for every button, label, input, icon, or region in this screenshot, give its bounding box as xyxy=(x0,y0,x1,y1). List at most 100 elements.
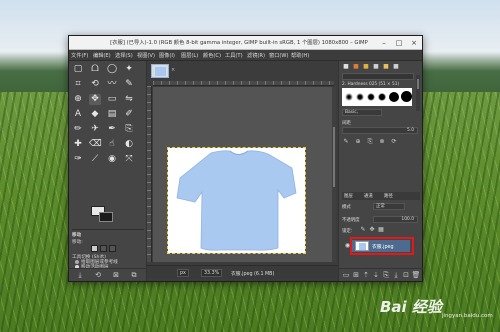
tool-options-tab[interactable]: ■ xyxy=(342,63,350,71)
measure-tool-icon[interactable]: ⟋ xyxy=(89,154,101,165)
layer-mask-icon[interactable]: ⊡ xyxy=(401,271,411,280)
brush-duplicate-icon[interactable]: ⎘ xyxy=(366,138,374,146)
new-layer-icon[interactable]: ▭ xyxy=(341,271,351,280)
lasso-tool-icon[interactable]: ᗝ xyxy=(89,64,101,75)
menu-colors[interactable]: 颜色(C) xyxy=(203,52,221,59)
images-tab[interactable]: ■ xyxy=(372,63,380,71)
crop-tool-icon[interactable]: ⌗ xyxy=(72,79,84,90)
new-layer-group-icon[interactable]: ⊞ xyxy=(351,271,361,280)
horizontal-ruler[interactable] xyxy=(153,81,334,86)
brush-delete-icon[interactable]: ⊗ xyxy=(378,138,386,146)
radio-pick-layer[interactable] xyxy=(75,259,79,264)
warp-tool-icon[interactable]: 〰 xyxy=(106,79,118,90)
pencil-tool-icon[interactable]: ✏ xyxy=(72,124,84,135)
duplicate-layer-icon[interactable]: ⎘ xyxy=(381,271,391,280)
background-color-swatch[interactable] xyxy=(99,212,113,222)
move-path-mode-button[interactable] xyxy=(109,245,116,252)
tab-channels[interactable]: 通道 xyxy=(364,193,373,199)
brush-scrollbar[interactable] xyxy=(416,75,420,111)
device-status-tab[interactable]: ■ xyxy=(352,63,360,71)
brush-preview[interactable] xyxy=(401,91,412,102)
undo-history-tab[interactable]: ■ xyxy=(362,63,370,71)
color-picker-tool-icon[interactable]: ✑ xyxy=(72,154,84,165)
move-layer-mode-button[interactable] xyxy=(91,245,98,252)
delete-options-icon[interactable]: ⊠ xyxy=(111,271,121,280)
zoom-selector[interactable]: 33.3% xyxy=(201,269,223,277)
unit-selector[interactable]: px xyxy=(177,269,189,277)
menu-edit[interactable]: 编辑(E) xyxy=(93,52,111,59)
delete-layer-icon[interactable]: 🗑 xyxy=(411,271,421,280)
raise-layer-icon[interactable]: ⇡ xyxy=(361,271,371,280)
layer-row[interactable]: ◉ 衣服.jpeg xyxy=(342,237,418,255)
tab-paths[interactable]: 路径 xyxy=(384,193,393,199)
layer-mode-combo[interactable]: 正常 xyxy=(373,203,405,210)
move-selection-mode-button[interactable] xyxy=(100,245,107,252)
opacity-slider[interactable]: 100.0 xyxy=(373,216,418,223)
brushes-tab[interactable]: ■ xyxy=(382,63,390,71)
brush-refresh-icon[interactable]: ⟳ xyxy=(390,138,398,146)
move-tool-icon[interactable]: ✥ xyxy=(89,94,101,105)
brush-filter-field[interactable] xyxy=(342,73,414,80)
paintbrush-tool-icon[interactable]: ✐ xyxy=(123,109,135,120)
transform-tool-icon[interactable]: ⟲ xyxy=(89,79,101,90)
lock-alpha-icon[interactable]: ▦ xyxy=(377,226,385,234)
flip-tool-icon[interactable]: ⇋ xyxy=(123,94,135,105)
brush-edit-icon[interactable]: ✎ xyxy=(342,138,350,146)
brush-preview[interactable] xyxy=(389,92,399,102)
restore-options-icon[interactable]: ⟲ xyxy=(93,271,103,280)
tab-layers[interactable]: 图层 xyxy=(344,193,353,199)
close-button[interactable]: × xyxy=(409,38,419,48)
brush-grid[interactable] xyxy=(342,88,412,106)
brush-preview[interactable] xyxy=(345,93,353,101)
image-tab[interactable] xyxy=(151,64,169,78)
ellipse-select-tool-icon[interactable]: ◯ xyxy=(106,64,118,75)
patterns-tab[interactable]: ■ xyxy=(392,63,400,71)
zoom-tool-icon[interactable]: ⊕ xyxy=(72,94,84,105)
text-tool-icon[interactable]: A xyxy=(72,109,84,120)
menu-view[interactable]: 视图(V) xyxy=(137,52,155,59)
align-tool-icon[interactable]: ▭ xyxy=(106,94,118,105)
brush-scrollbar-thumb[interactable] xyxy=(417,79,419,89)
brush-new-icon[interactable]: ⊕ xyxy=(354,138,362,146)
dodge-tool-icon[interactable]: ◐ xyxy=(123,139,135,150)
clone-tool-icon[interactable]: ⎘ xyxy=(123,124,135,135)
airbrush-tool-icon[interactable]: ✈ xyxy=(89,124,101,135)
brush-preview[interactable] xyxy=(367,93,375,101)
heal-tool-icon[interactable]: ✚ xyxy=(72,139,84,150)
save-options-icon[interactable]: ⤓ xyxy=(75,271,85,280)
menu-layer[interactable]: 图层(L) xyxy=(181,52,198,59)
lower-layer-icon[interactable]: ⇣ xyxy=(371,271,381,280)
handle-transform-tool-icon[interactable]: ⤧ xyxy=(123,154,135,165)
eraser-tool-icon[interactable]: ⌫ xyxy=(89,139,102,150)
rect-select-tool-icon[interactable]: ▢ xyxy=(72,64,84,75)
menu-file[interactable]: 文件(F) xyxy=(71,52,88,59)
menu-filters[interactable]: 滤镜(R) xyxy=(247,52,265,59)
blur-tool-icon[interactable]: ◉ xyxy=(106,154,118,165)
spacing-slider[interactable]: 5.0 xyxy=(342,127,418,134)
smudge-tool-icon[interactable]: ☝ xyxy=(106,139,118,150)
tab-close-icon[interactable]: × xyxy=(171,67,175,73)
minimize-button[interactable]: – xyxy=(379,38,389,48)
menu-help[interactable]: 帮助(H) xyxy=(291,52,309,59)
lock-position-icon[interactable]: ✥ xyxy=(368,226,376,234)
paths-tool-icon[interactable]: ✎ xyxy=(123,79,135,90)
menu-windows[interactable]: 窗口(W) xyxy=(269,52,289,59)
ink-tool-icon[interactable]: ✒ xyxy=(106,124,118,135)
scrollbar-thumb[interactable] xyxy=(333,127,335,187)
brush-preview[interactable] xyxy=(356,93,364,101)
lock-pixels-icon[interactable]: ✎ xyxy=(359,226,367,234)
menu-tools[interactable]: 工具(T) xyxy=(225,52,243,59)
menu-image[interactable]: 图像(I) xyxy=(159,52,175,59)
vertical-ruler[interactable] xyxy=(147,86,152,262)
reset-options-icon[interactable]: ⧉ xyxy=(129,271,139,280)
canvas-viewport[interactable] xyxy=(153,87,334,262)
menu-select[interactable]: 选择(S) xyxy=(115,52,133,59)
brush-preview[interactable] xyxy=(378,93,386,101)
maximize-button[interactable]: □ xyxy=(394,38,404,48)
image-canvas[interactable] xyxy=(167,147,306,254)
brush-preset-combo[interactable]: Basic, xyxy=(342,109,382,116)
gradient-tool-icon[interactable]: ▤ xyxy=(106,109,118,120)
anchor-layer-icon[interactable]: ⤓ xyxy=(391,271,401,280)
vertical-scrollbar[interactable] xyxy=(332,87,336,262)
bucket-fill-tool-icon[interactable]: ◆ xyxy=(89,109,101,120)
